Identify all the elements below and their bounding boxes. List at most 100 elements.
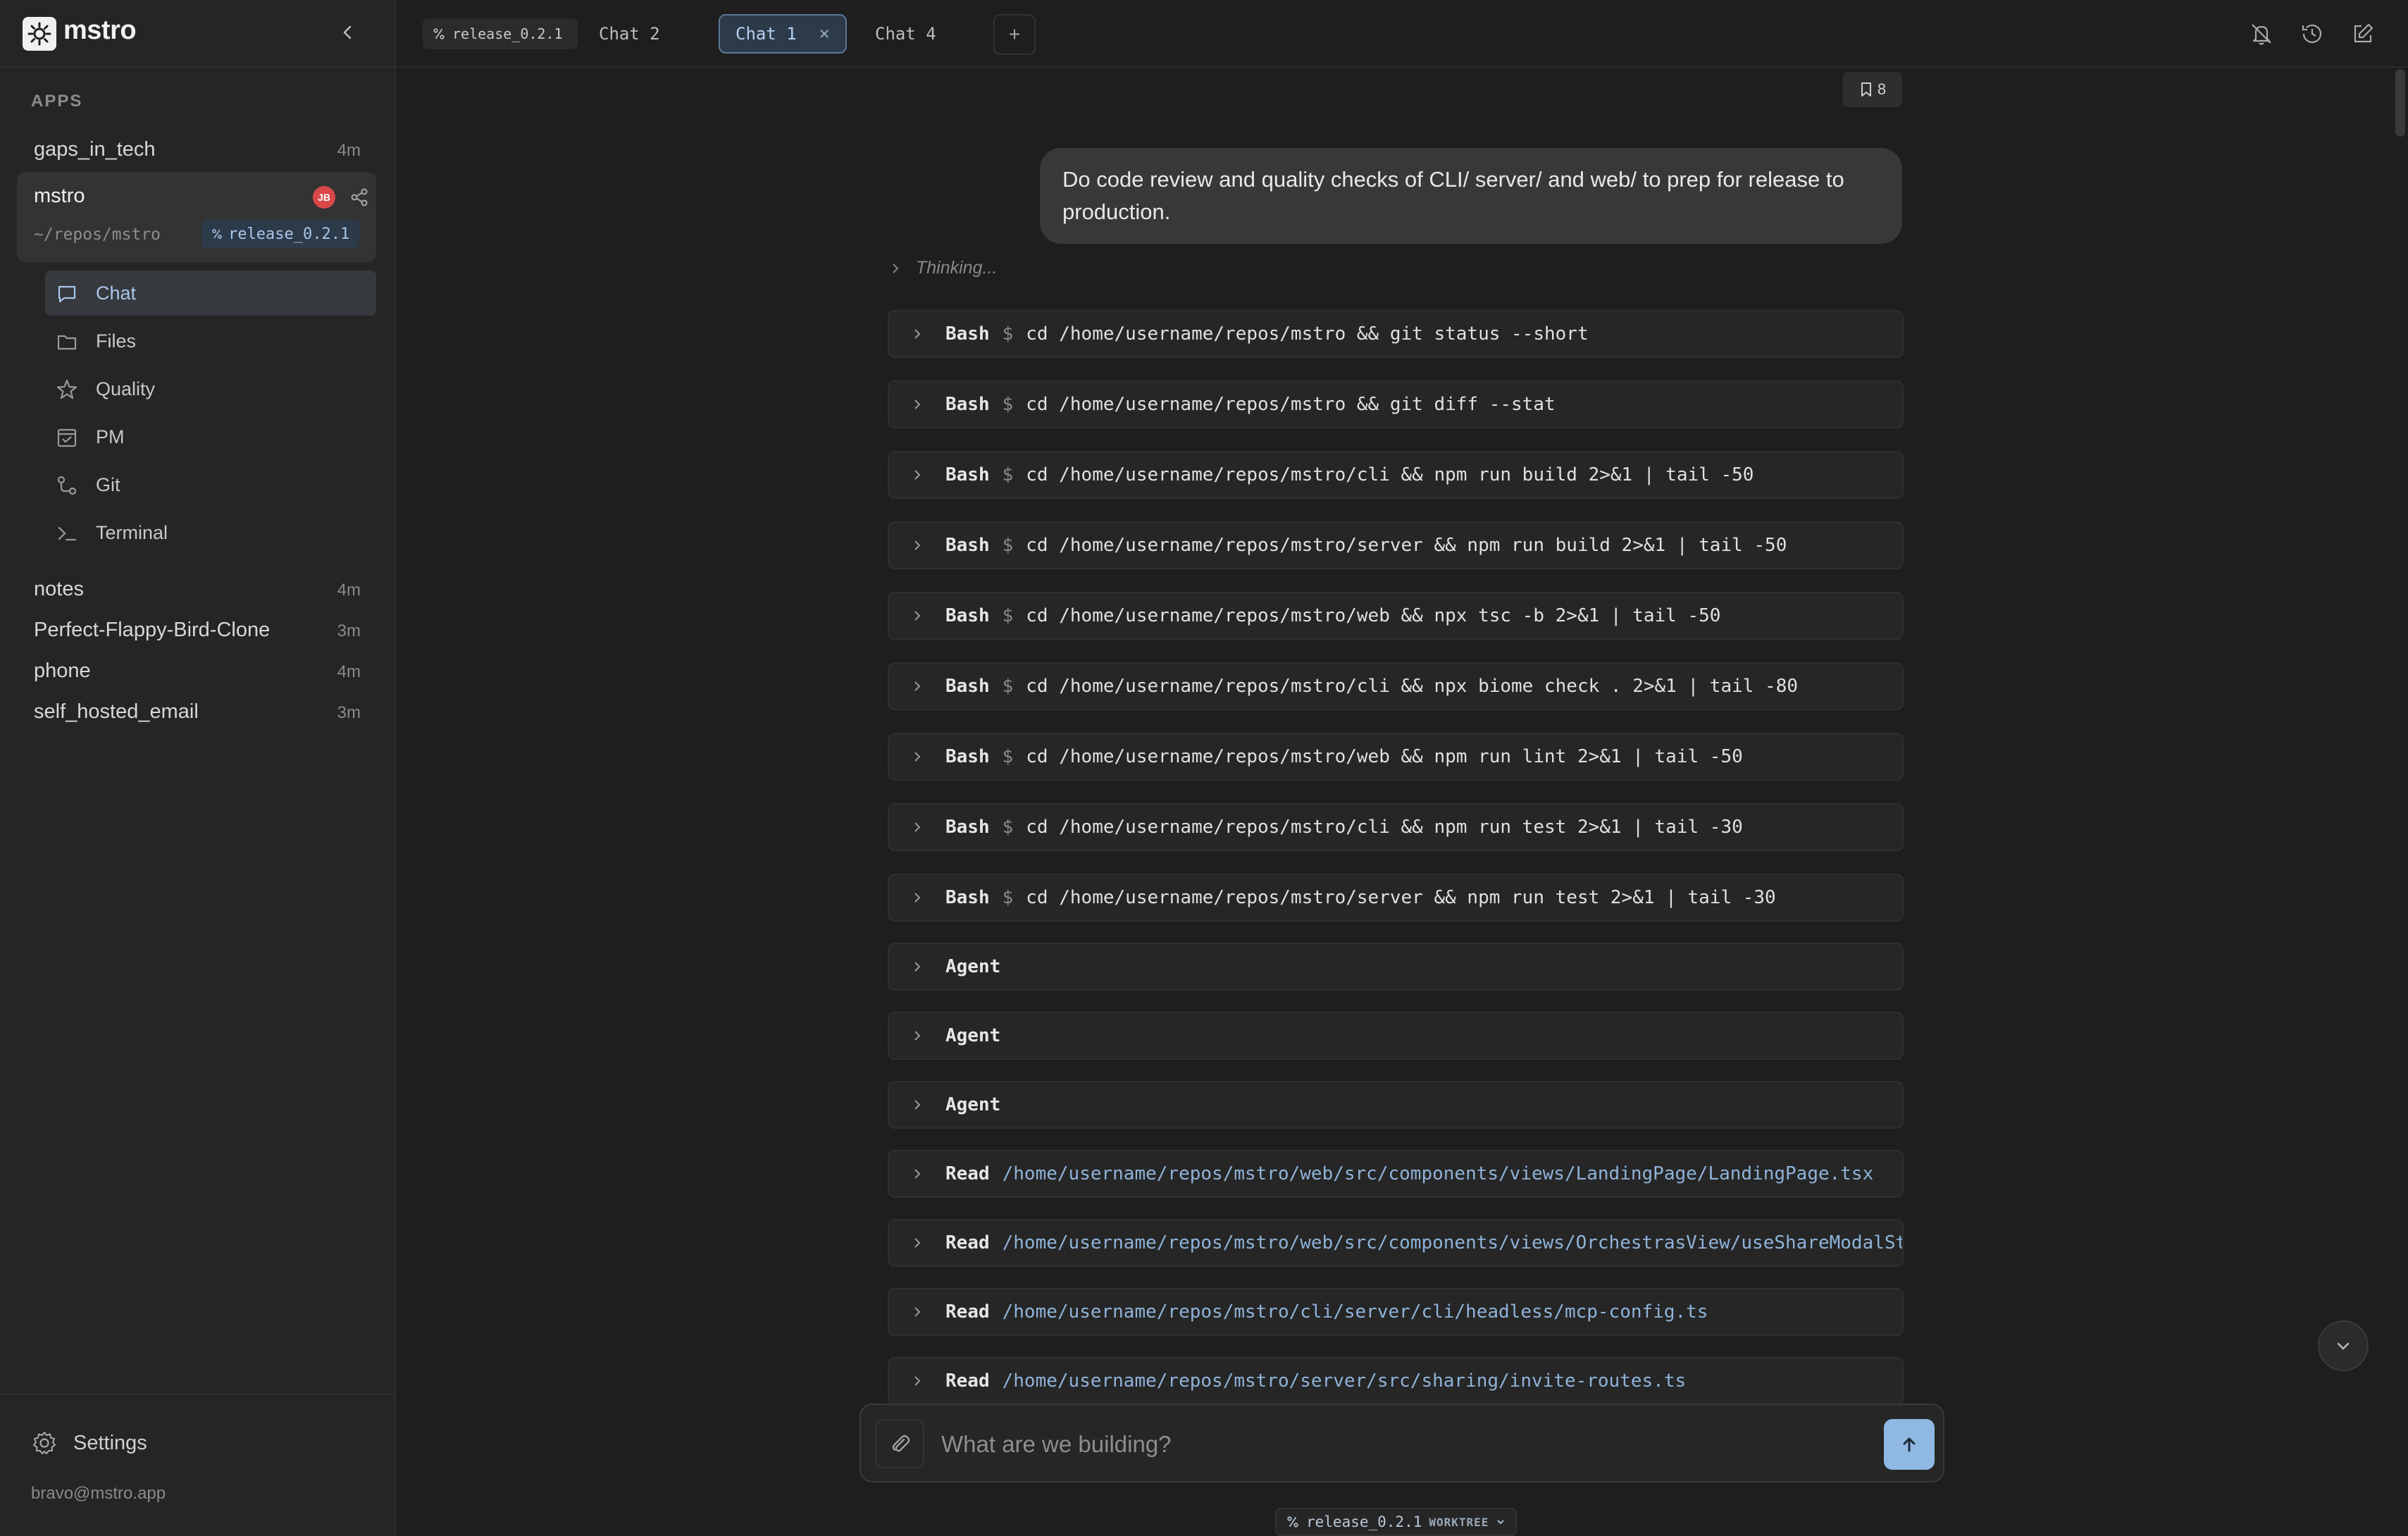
- send-button[interactable]: [1884, 1419, 1935, 1470]
- sidebar-item-files[interactable]: Files: [45, 318, 376, 364]
- shell-prompt: $: [1002, 464, 1014, 485]
- app-item-mstro-active[interactable]: mstro JB ~/repos/mstro release_0.2.1: [17, 172, 376, 262]
- shell-prompt: $: [1002, 887, 1014, 908]
- app-item-gaps-in-tech[interactable]: gaps_in_tech 4m: [17, 128, 376, 168]
- tab-label: Chat 1: [736, 24, 797, 44]
- history-icon[interactable]: [2297, 18, 2328, 49]
- tool-call-row[interactable]: Bash $ cd /home/username/repos/mstro/cli &…: [888, 662, 1904, 710]
- scroll-to-bottom-button[interactable]: [2318, 1320, 2369, 1371]
- tab-chat-2[interactable]: Chat 2: [583, 14, 676, 54]
- app-item-notes[interactable]: notes 4m: [17, 568, 376, 607]
- branch-icon: [433, 28, 445, 39]
- tool-call-row[interactable]: Bash $ cd /home/username/repos/mstro && gi…: [888, 380, 1904, 428]
- tool-call-row[interactable]: Bash $ cd /home/username/repos/mstro/serve…: [888, 521, 1904, 569]
- shell-prompt: $: [1002, 535, 1014, 556]
- bookmark-count-badge[interactable]: 8: [1843, 72, 1902, 107]
- collapse-sidebar-button[interactable]: [334, 18, 362, 47]
- sidebar-footer: Settings bravo@mstro.app: [0, 1394, 395, 1536]
- tool-call-row[interactable]: Read/home/username/repos/mstro/server/sr…: [888, 1357, 1904, 1405]
- worktree-branch-selector[interactable]: release_0.2.1 WORKTREE: [1275, 1508, 1518, 1536]
- chevron-left-icon: [343, 25, 352, 39]
- app-item-time: 3m: [337, 703, 361, 722]
- share-icon[interactable]: [347, 185, 372, 210]
- tool-call-row[interactable]: Agent: [888, 1012, 1904, 1060]
- user-avatar[interactable]: JB: [313, 186, 335, 209]
- tool-name: Bash: [945, 746, 990, 767]
- user-email: bravo@mstro.app: [31, 1484, 166, 1503]
- tool-file-path[interactable]: /home/username/repos/mstro/web/src/compo…: [1003, 1232, 1902, 1253]
- tool-command: cd /home/username/repos/mstro/cli && npm…: [1026, 817, 1743, 838]
- tool-call-row[interactable]: Read/home/username/repos/mstro/web/src/c…: [888, 1150, 1904, 1198]
- mstro-logo-icon[interactable]: [23, 17, 56, 51]
- paperclip-icon: [892, 1435, 910, 1452]
- branch-icon: [1287, 1516, 1298, 1528]
- branch-badge[interactable]: release_0.2.1: [201, 220, 360, 248]
- tool-command: cd /home/username/repos/mstro/cli && npx…: [1026, 676, 1799, 697]
- tab-bar: release_0.2.1 Chat 2 Chat 1 × Chat 4 +: [396, 0, 2408, 68]
- star-icon: [56, 379, 77, 400]
- tool-call-row[interactable]: Read/home/username/repos/mstro/web/src/c…: [888, 1219, 1904, 1267]
- app-item-time: 3m: [337, 621, 361, 640]
- tool-name: Bash: [945, 323, 990, 345]
- app-item-self-hosted-email[interactable]: self_hosted_email 3m: [17, 690, 376, 730]
- tool-call-row[interactable]: Read/home/username/repos/mstro/cli/serve…: [888, 1288, 1904, 1336]
- tool-name: Bash: [945, 676, 990, 697]
- app-item-phone[interactable]: phone 4m: [17, 650, 376, 689]
- tool-call-row[interactable]: Bash $ cd /home/username/repos/mstro/cli &…: [888, 803, 1904, 851]
- tool-file-path[interactable]: /home/username/repos/mstro/server/src/sh…: [1003, 1370, 1687, 1392]
- tool-name: Agent: [945, 1094, 1001, 1115]
- tool-name: Bash: [945, 887, 990, 908]
- tool-file-path[interactable]: /home/username/repos/mstro/web/src/compo…: [1003, 1163, 1874, 1184]
- chevron-right-icon: [889, 750, 945, 763]
- new-tab-button[interactable]: +: [993, 14, 1036, 55]
- chevron-right-icon: [889, 469, 945, 481]
- tool-name: Bash: [945, 817, 990, 838]
- thinking-toggle[interactable]: Thinking...: [889, 258, 997, 278]
- git-icon: [57, 476, 77, 495]
- new-chat-icon[interactable]: [2347, 18, 2378, 49]
- chat-scrollbar[interactable]: [2395, 69, 2405, 137]
- sidebar-item-chat[interactable]: Chat: [45, 271, 376, 316]
- chevron-right-icon: [889, 609, 945, 622]
- sidebar-header: mstro: [0, 0, 395, 68]
- tool-call-row[interactable]: Agent: [888, 1081, 1904, 1129]
- tool-name: Bash: [945, 464, 990, 485]
- app-item-flappy-bird[interactable]: Perfect-Flappy-Bird-Clone 3m: [17, 609, 376, 648]
- tool-name: Bash: [945, 394, 990, 415]
- sidebar-item-quality[interactable]: Quality: [45, 366, 376, 411]
- settings-button[interactable]: Settings: [31, 1426, 147, 1460]
- tool-file-path[interactable]: /home/username/repos/mstro/cli/server/cl…: [1003, 1301, 1708, 1323]
- attach-button[interactable]: [875, 1419, 924, 1468]
- tool-call-row[interactable]: Bash $ cd /home/username/repos/mstro/web &…: [888, 592, 1904, 640]
- tool-command: cd /home/username/repos/mstro/web && npx…: [1026, 605, 1721, 626]
- tab-chat-4[interactable]: Chat 4: [859, 14, 952, 54]
- tool-call-row[interactable]: Bash $ cd /home/username/repos/mstro/serve…: [888, 874, 1904, 922]
- sidebar-item-terminal[interactable]: Terminal: [45, 510, 376, 555]
- user-message: Do code review and quality checks of CLI…: [1040, 148, 1902, 244]
- sidebar-item-git[interactable]: Git: [45, 462, 376, 507]
- tool-call-row[interactable]: Bash $ cd /home/username/repos/mstro/cli &…: [888, 451, 1904, 499]
- tool-name: Bash: [945, 535, 990, 556]
- notifications-off-icon[interactable]: [2246, 18, 2277, 49]
- settings-label: Settings: [73, 1431, 147, 1454]
- app-item-name: gaps_in_tech: [34, 138, 156, 161]
- tool-call-row[interactable]: Bash $ cd /home/username/repos/mstro/web &…: [888, 733, 1904, 781]
- close-tab-icon[interactable]: ×: [819, 23, 830, 44]
- footer-branch-label: release_0.2.1: [1306, 1513, 1422, 1530]
- chevron-right-icon: [889, 328, 945, 340]
- tool-call-row[interactable]: Agent: [888, 943, 1904, 991]
- sidebar-item-pm[interactable]: PM: [45, 414, 376, 459]
- tool-command: cd /home/username/repos/mstro/web && npm…: [1026, 746, 1743, 767]
- branch-icon: [212, 229, 222, 239]
- gear-icon: [33, 1432, 56, 1454]
- app-item-name: Perfect-Flappy-Bird-Clone: [34, 619, 271, 641]
- tab-branch-label: release_0.2.1: [452, 25, 563, 42]
- tab-chat-1[interactable]: Chat 1 ×: [719, 14, 847, 54]
- shell-prompt: $: [1002, 676, 1014, 697]
- tool-call-row[interactable]: Bash $ cd /home/username/repos/mstro && gi…: [888, 310, 1904, 358]
- message-input[interactable]: [941, 1423, 1815, 1466]
- chevron-right-icon: [889, 539, 945, 552]
- chevron-right-icon: [889, 821, 945, 834]
- app-item-time: 4m: [337, 141, 361, 160]
- tab-branch[interactable]: release_0.2.1: [423, 18, 578, 49]
